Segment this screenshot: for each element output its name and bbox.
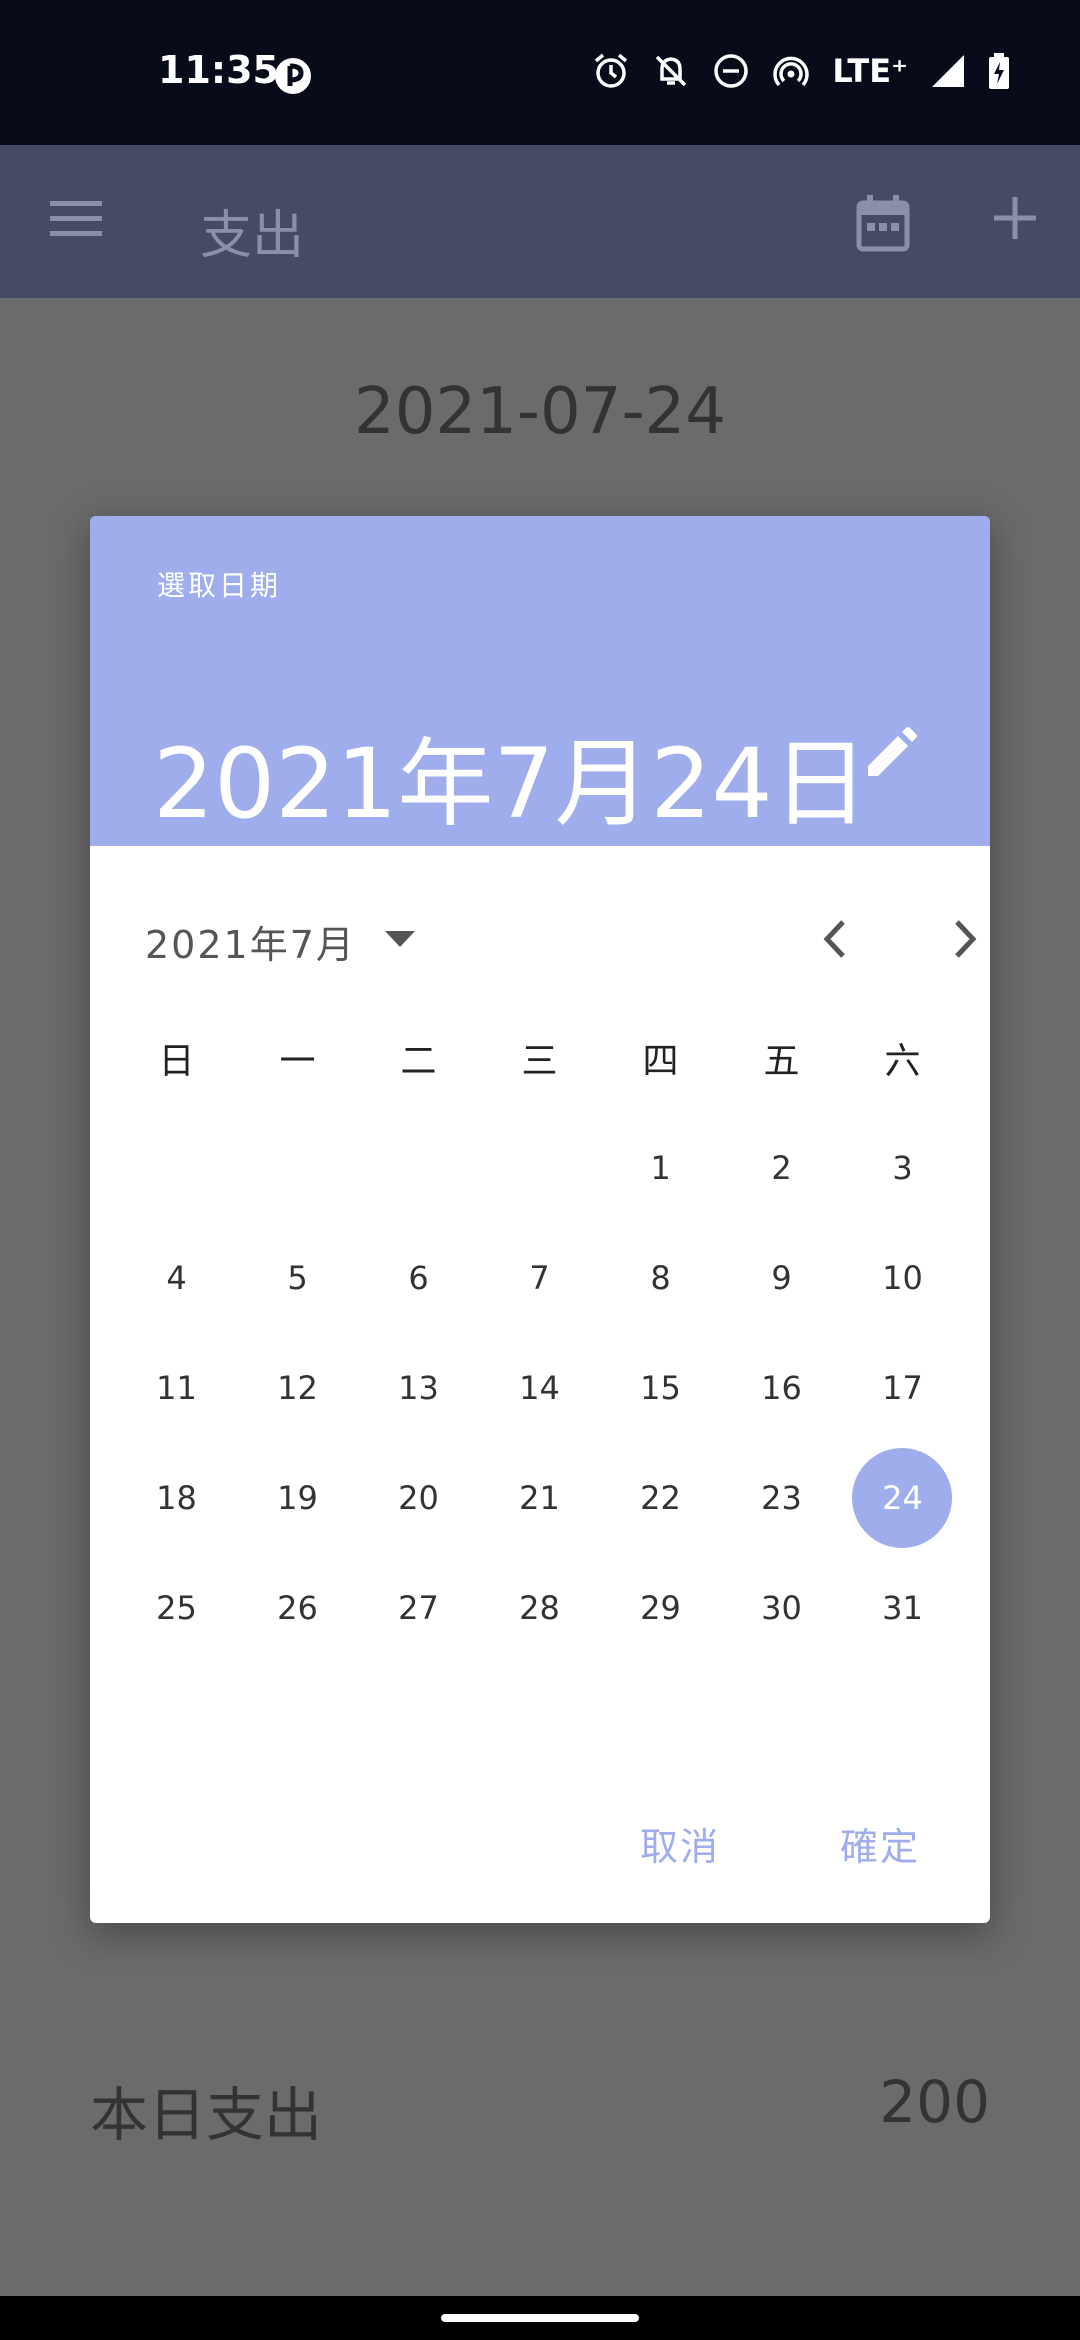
- weekday-label: 日: [158, 1041, 195, 1082]
- current-date-label: 2021-07-24: [354, 375, 726, 449]
- edit-icon[interactable]: [862, 726, 918, 782]
- calendar-day[interactable]: 27: [358, 1553, 479, 1663]
- home-gesture-handle[interactable]: [441, 2314, 639, 2322]
- calendar-day[interactable]: 8: [600, 1223, 721, 1333]
- dialog-header: 選取日期 2021年7月24日: [90, 516, 990, 846]
- alarm-icon: [595, 53, 628, 88]
- weekday-label: 一: [279, 1041, 316, 1082]
- dialog-actions: 取消 確定: [640, 1816, 920, 1871]
- next-month-button[interactable]: [945, 916, 985, 962]
- weekday-label: 四: [642, 1041, 679, 1082]
- signal-icon: [932, 55, 964, 87]
- weekday-label: 三: [521, 1041, 558, 1082]
- calendar-day[interactable]: 10: [842, 1223, 963, 1333]
- calendar-day[interactable]: 9: [721, 1223, 842, 1333]
- notifications-off-icon: [656, 55, 687, 87]
- calendar-day[interactable]: 4: [116, 1223, 237, 1333]
- app-bar: 支出: [0, 145, 1080, 298]
- calendar-day[interactable]: 6: [358, 1223, 479, 1333]
- calendar-day[interactable]: 19: [237, 1443, 358, 1553]
- calendar-day[interactable]: 18: [116, 1443, 237, 1553]
- calendar-day[interactable]: 21: [479, 1443, 600, 1553]
- menu-icon[interactable]: [48, 197, 104, 241]
- system-navigation-bar: [0, 2296, 1080, 2340]
- calendar-day[interactable]: 12: [237, 1333, 358, 1443]
- dialog-caption: 選取日期: [157, 569, 282, 602]
- calendar-icon[interactable]: [855, 193, 911, 253]
- calendar-day[interactable]: 3: [842, 1113, 963, 1223]
- calendar-day-grid: 1 2 3 4 5 6 7 8 9 10 11 12 13 14 15 16 17 18 19 20 21 22 23 24 2…: [116, 1113, 963, 1663]
- daily-total-value: 200: [879, 2068, 990, 2136]
- add-icon[interactable]: [990, 193, 1040, 243]
- selected-date-display: 2021年7月24日: [153, 728, 869, 840]
- cancel-button[interactable]: 取消: [640, 1816, 720, 1871]
- weekday-header-row: 日一二三四五六: [116, 1003, 963, 1113]
- app-notification-icon: [275, 58, 311, 94]
- month-year-selector[interactable]: 2021年7月: [145, 914, 356, 969]
- date-picker-dialog: 選取日期 2021年7月24日 2021年7月 日一二三四五六 12345678…: [90, 516, 990, 1923]
- calendar-day[interactable]: 14: [479, 1333, 600, 1443]
- calendar-day[interactable]: 23: [721, 1443, 842, 1553]
- calendar-day[interactable]: 5: [237, 1223, 358, 1333]
- dropdown-arrow-icon[interactable]: [385, 931, 415, 947]
- calendar-day[interactable]: 25: [116, 1553, 237, 1663]
- calendar-day[interactable]: 28: [479, 1553, 600, 1663]
- calendar-day[interactable]: 15: [600, 1333, 721, 1443]
- network-type: LTE⁺: [832, 52, 908, 90]
- calendar-day[interactable]: 16: [721, 1333, 842, 1443]
- calendar-day[interactable]: 2: [721, 1113, 842, 1223]
- do-not-disturb-icon: [714, 54, 749, 88]
- ok-button[interactable]: 確定: [840, 1816, 920, 1871]
- calendar-day[interactable]: 7: [479, 1223, 600, 1333]
- calendar-day[interactable]: 22: [600, 1443, 721, 1553]
- calendar-day[interactable]: 31: [842, 1553, 963, 1663]
- calendar-day[interactable]: 11: [116, 1333, 237, 1443]
- previous-month-button[interactable]: [815, 916, 855, 962]
- daily-total-label: 本日支出: [90, 2081, 323, 2149]
- calendar-day-selected[interactable]: 24: [842, 1443, 963, 1553]
- calendar-day[interactable]: 29: [600, 1553, 721, 1663]
- calendar-day[interactable]: 17: [842, 1333, 963, 1443]
- clock: 11:35: [158, 48, 279, 92]
- weekday-label: 六: [884, 1041, 921, 1082]
- hotspot-icon: [773, 56, 810, 87]
- month-navigation: 2021年7月: [145, 894, 977, 984]
- calendar-day[interactable]: 13: [358, 1333, 479, 1443]
- page-title: 支出: [200, 206, 305, 266]
- calendar-day[interactable]: 30: [721, 1553, 842, 1663]
- calendar-day[interactable]: 26: [237, 1553, 358, 1663]
- status-bar: 11:35 LTE⁺: [0, 0, 1080, 145]
- battery-charging-icon: [989, 53, 1009, 89]
- weekday-label: 二: [400, 1041, 437, 1082]
- calendar-day[interactable]: 1: [600, 1113, 721, 1223]
- calendar-day[interactable]: 20: [358, 1443, 479, 1553]
- weekday-label: 五: [763, 1041, 800, 1082]
